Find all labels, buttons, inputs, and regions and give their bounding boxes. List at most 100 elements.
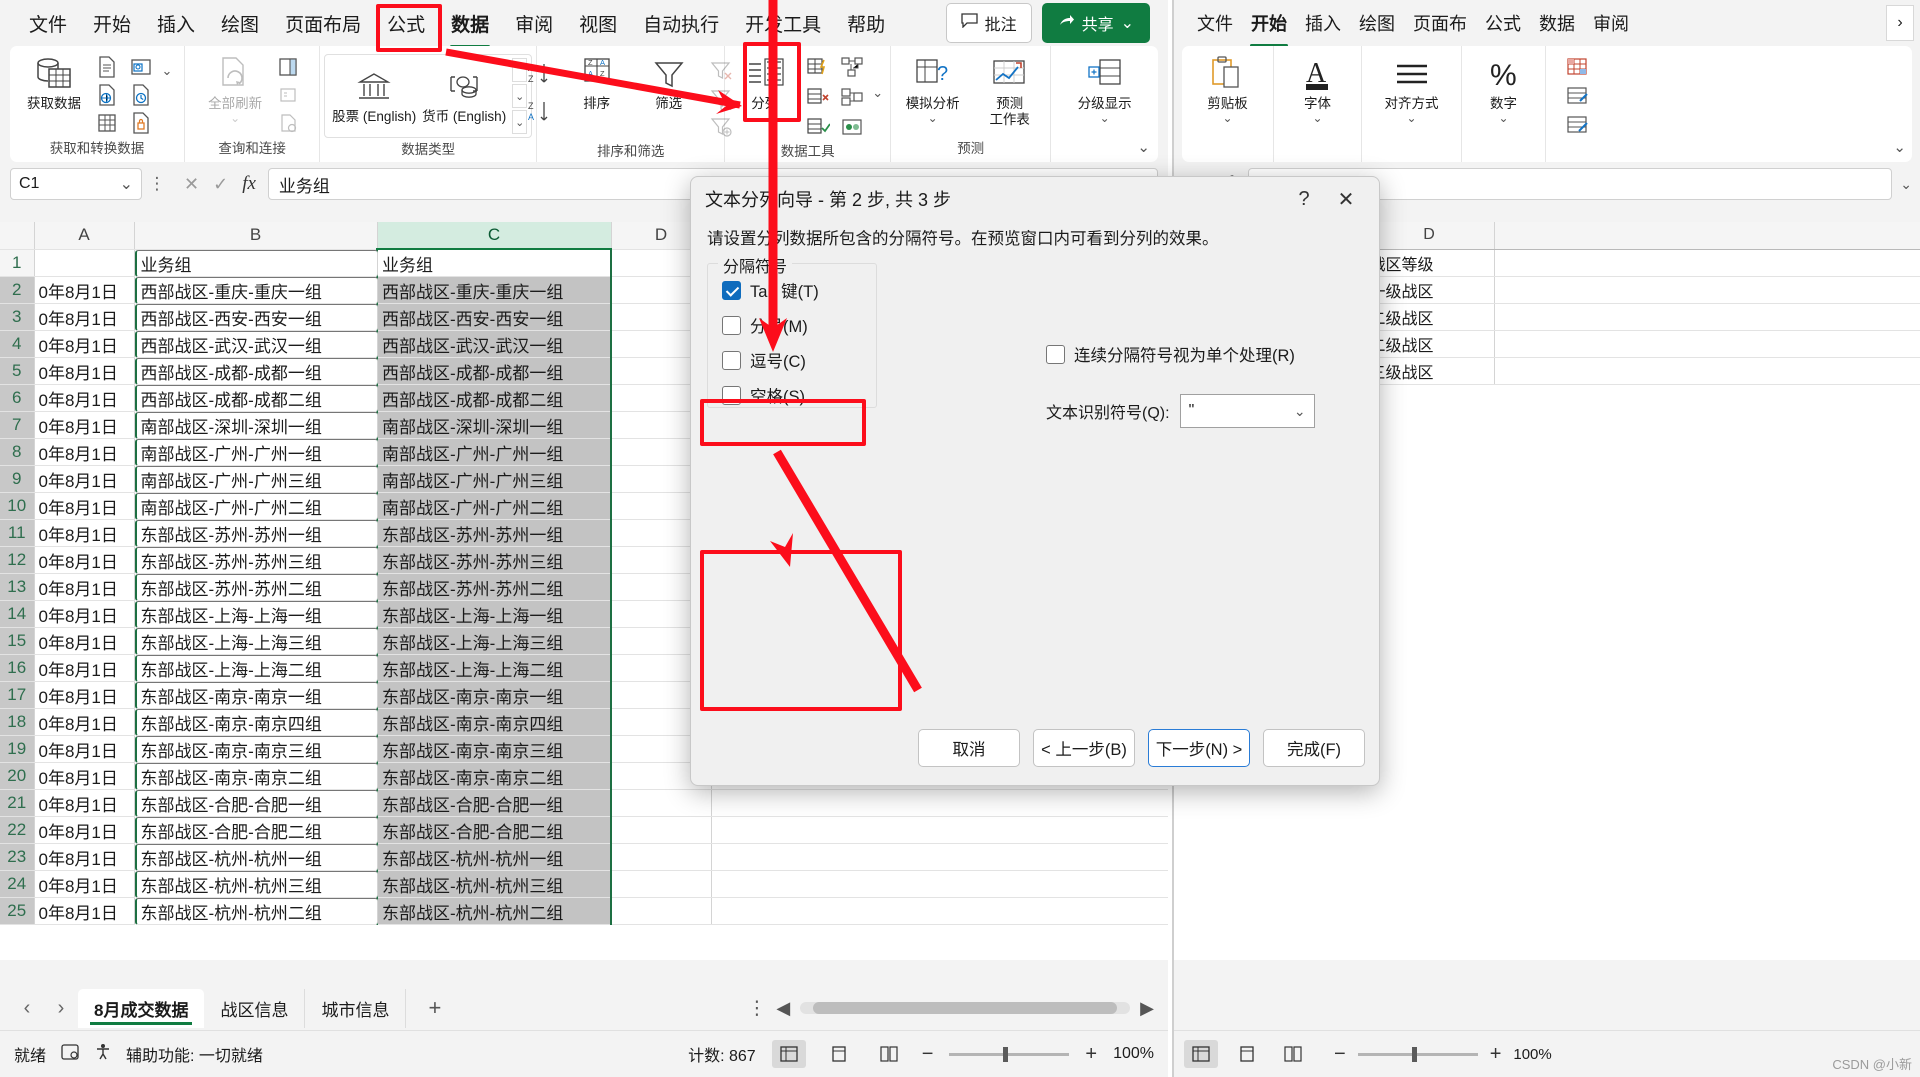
insert-function-icon[interactable]: fx xyxy=(242,173,256,195)
cell-extra[interactable] xyxy=(711,816,1168,844)
cell-a[interactable]: 0年8月1日 xyxy=(34,546,135,574)
ribbon-tab-automate[interactable]: 自动执行 xyxy=(630,4,732,43)
conditional-formatting-icon[interactable] xyxy=(1566,54,1626,80)
cell-a[interactable]: 0年8月1日 xyxy=(34,465,135,493)
cell-b[interactable]: 西部战区-西安-西安一组 xyxy=(134,303,378,331)
cell-a[interactable]: 0年8月1日 xyxy=(34,330,135,358)
row-header[interactable]: 15 xyxy=(0,627,35,655)
delimiter-semicolon-row[interactable]: 分号(M) xyxy=(722,313,862,337)
chevron-down-icon[interactable]: ⌄ xyxy=(1406,111,1416,126)
right-cell-tail[interactable] xyxy=(1494,303,1920,331)
zoom-in-button[interactable]: + xyxy=(1085,1043,1097,1066)
currency-button[interactable]: 货币 (English) xyxy=(419,67,509,125)
column-header-c[interactable]: C xyxy=(377,222,612,250)
number-button[interactable]: % 数字 ⌄ xyxy=(1470,54,1538,125)
cell-b[interactable]: 东部战区-杭州-杭州二组 xyxy=(134,897,378,925)
cell-a[interactable]: 0年8月1日 xyxy=(34,519,135,547)
right-ribbon-tab-insert[interactable]: 插入 xyxy=(1296,4,1350,42)
cell-a[interactable]: 0年8月1日 xyxy=(34,816,135,844)
cell-c[interactable]: 东部战区-上海-上海一组 xyxy=(376,600,612,628)
row-header[interactable]: 6 xyxy=(0,384,35,412)
table-row[interactable]: 22 0年8月1日 东部战区-合肥-合肥二组 东部战区-合肥-合肥二组 xyxy=(0,816,1168,844)
cell-b[interactable]: 南部战区-广州-广州一组 xyxy=(134,438,378,466)
right-zoom-slider[interactable] xyxy=(1357,1046,1478,1062)
cell-b[interactable]: 西部战区-重庆-重庆一组 xyxy=(134,276,378,304)
from-text-csv-button[interactable] xyxy=(92,54,122,80)
cell-d[interactable] xyxy=(611,843,712,871)
hscroll-left-icon[interactable]: ◀ xyxy=(776,998,790,1019)
cell-c[interactable]: 东部战区-杭州-杭州三组 xyxy=(376,870,612,898)
cell-a[interactable]: 0年8月1日 xyxy=(34,276,135,304)
cell-b[interactable]: 南部战区-广州-广州三组 xyxy=(134,465,378,493)
ribbon-tab-developer[interactable]: 开发工具 xyxy=(732,4,834,43)
row-header[interactable]: 19 xyxy=(0,735,35,763)
right-cell-d[interactable]: 二级战区 xyxy=(1364,330,1495,358)
row-header[interactable]: 14 xyxy=(0,600,35,628)
what-if-analysis-button[interactable]: ? 模拟分析 ⌄ xyxy=(896,54,970,125)
cell-b[interactable]: 东部战区-合肥-合肥一组 xyxy=(134,789,378,817)
cell-b[interactable]: 东部战区-上海-上海三组 xyxy=(134,627,378,655)
cell-a[interactable]: 0年8月1日 xyxy=(34,384,135,412)
ribbon-tab-formulas[interactable]: 公式 xyxy=(374,4,438,43)
cell-c[interactable]: 西部战区-武汉-武汉一组 xyxy=(376,330,612,358)
right-cell-tail[interactable] xyxy=(1494,276,1920,304)
cell-c[interactable]: 东部战区-苏州-苏州三组 xyxy=(376,546,612,574)
cell-extra[interactable] xyxy=(711,843,1168,871)
cell-b[interactable]: 东部战区-南京-南京一组 xyxy=(134,681,378,709)
right-ribbon-tab-review[interactable]: 审阅 xyxy=(1584,4,1638,42)
consolidate-icon[interactable] xyxy=(837,84,867,110)
comments-button[interactable]: 批注 xyxy=(945,3,1032,43)
cell-a[interactable]: 0年8月1日 xyxy=(34,762,135,790)
cell-b[interactable]: 东部战区-杭州-杭州一组 xyxy=(134,843,378,871)
cell-b[interactable]: 业务组 xyxy=(134,249,378,277)
cell-c[interactable]: 东部战区-南京-南京一组 xyxy=(376,681,612,709)
cell-styles-icon[interactable] xyxy=(1566,112,1626,138)
delimiter-semicolon-checkbox[interactable] xyxy=(722,315,741,335)
cell-b[interactable]: 东部战区-苏州-苏州一组 xyxy=(134,519,378,547)
row-header[interactable]: 18 xyxy=(0,708,35,736)
ribbon-tab-help[interactable]: 帮助 xyxy=(834,4,898,43)
chevron-down-icon[interactable]: ⌄ xyxy=(1100,111,1110,126)
cell-extra[interactable] xyxy=(711,897,1168,925)
cell-c[interactable]: 东部战区-上海-上海三组 xyxy=(376,627,612,655)
name-box[interactable]: C1 ⌄ xyxy=(10,168,142,200)
get-data-dropdown-chevron[interactable]: ⌄ xyxy=(160,58,174,84)
right-ribbon-overflow-chevron[interactable]: › xyxy=(1886,5,1914,41)
cell-b[interactable]: 西部战区-成都-成都一组 xyxy=(134,357,378,385)
cell-c[interactable]: 东部战区-上海-上海二组 xyxy=(376,654,612,682)
data-tools-dropdown-chevron[interactable]: ⌄ xyxy=(871,80,885,106)
column-header-b[interactable]: B xyxy=(134,222,378,250)
cell-c[interactable]: 南部战区-广州-广州二组 xyxy=(376,492,612,520)
ribbon-tab-review[interactable]: 审阅 xyxy=(502,4,566,43)
cell-a[interactable]: 0年8月1日 xyxy=(34,654,135,682)
consecutive-delimiters-checkbox[interactable] xyxy=(1046,344,1065,364)
sheet-tab-city-info[interactable]: 城市信息 xyxy=(305,988,407,1028)
cancel-entry-icon[interactable]: ✕ xyxy=(184,174,199,195)
row-header[interactable]: 1 xyxy=(0,249,35,277)
sheet-prev-icon[interactable]: ‹ xyxy=(10,997,44,1020)
row-header[interactable]: 10 xyxy=(0,492,35,520)
cell-c[interactable]: 西部战区-成都-成都一组 xyxy=(376,357,612,385)
previous-step-button[interactable]: < 上一步(B) xyxy=(1033,729,1135,767)
refresh-all-button[interactable]: 全部刷新 ⌄ xyxy=(201,54,269,125)
chevron-down-icon[interactable]: ⌄ xyxy=(162,63,173,79)
alignment-button[interactable]: 对齐方式 ⌄ xyxy=(1371,54,1453,125)
share-button[interactable]: 共享 ⌄ xyxy=(1041,3,1150,43)
right-ribbon-tab-formulas[interactable]: 公式 xyxy=(1476,4,1530,42)
filter-button[interactable]: 筛选 xyxy=(635,54,703,112)
row-header[interactable]: 3 xyxy=(0,303,35,331)
cancel-button[interactable]: 取消 xyxy=(918,729,1020,767)
row-header[interactable]: 24 xyxy=(0,870,35,898)
right-cell-tail[interactable] xyxy=(1494,249,1920,277)
row-header[interactable]: 5 xyxy=(0,357,35,385)
right-cell-d[interactable]: 战区等级 xyxy=(1364,249,1495,277)
cell-b[interactable]: 西部战区-成都-成都二组 xyxy=(134,384,378,412)
cell-a[interactable]: 0年8月1日 xyxy=(34,897,135,925)
cell-a[interactable]: 0年8月1日 xyxy=(34,735,135,763)
from-web-button[interactable] xyxy=(92,82,122,108)
cell-c[interactable]: 东部战区-杭州-杭州一组 xyxy=(376,843,612,871)
properties-button[interactable] xyxy=(273,82,303,108)
manage-data-model-icon[interactable] xyxy=(837,114,867,140)
delimiter-space-checkbox[interactable] xyxy=(722,385,741,405)
row-header[interactable]: 8 xyxy=(0,438,35,466)
